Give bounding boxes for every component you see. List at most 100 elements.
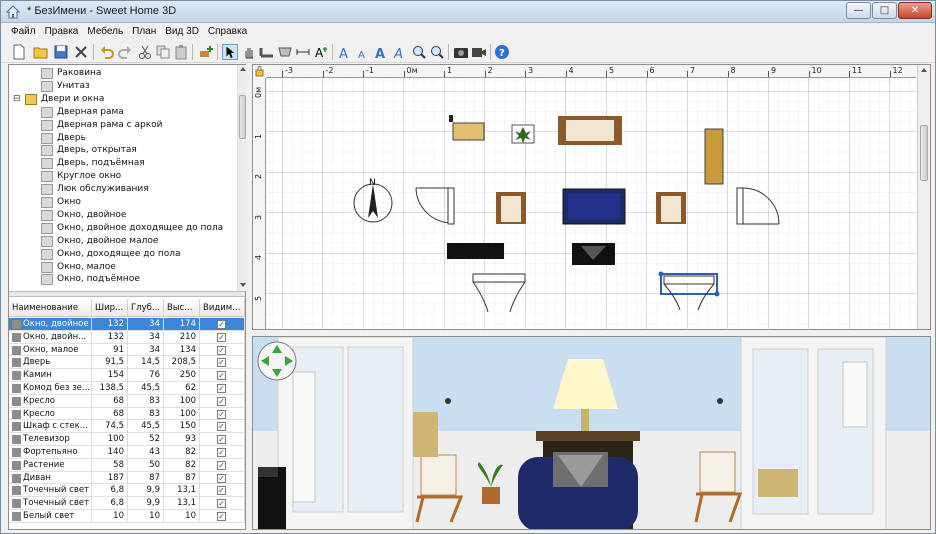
catalog-item[interactable]: Окно, двойное доходящее до пола [9, 222, 237, 235]
catalog-item[interactable]: Круглое окно [9, 170, 237, 183]
scroll-thumb[interactable] [239, 95, 246, 139]
increase-text-icon[interactable]: A [337, 44, 353, 60]
add-text-icon[interactable]: A [313, 44, 329, 60]
visible-checkbox[interactable]: ✓ [217, 345, 226, 355]
tree-expander[interactable]: ⊟ [13, 94, 21, 104]
visible-checkbox[interactable]: ✓ [217, 486, 226, 496]
table-row[interactable]: Кресло 68 83 100 ✓ [9, 407, 245, 421]
zoom-out-icon[interactable] [429, 44, 445, 60]
catalog-item[interactable]: Окно, двойное малое [9, 235, 237, 248]
table-row[interactable]: Кресло 68 83 100 ✓ [9, 394, 245, 408]
column-height[interactable]: Выс... [164, 299, 200, 317]
catalog-item[interactable]: Окно, доходящее до пола [9, 248, 237, 261]
table-row[interactable]: Фортепьяно 140 43 82 ✓ [9, 446, 245, 459]
visible-checkbox[interactable]: ✓ [217, 371, 226, 381]
visible-checkbox[interactable]: ✓ [217, 358, 226, 368]
table-row[interactable]: Комод без зе... 138,5 45,5 62 ✓ [9, 382, 245, 395]
menu-plan[interactable]: План [128, 24, 161, 41]
help-icon[interactable]: ? [494, 44, 510, 60]
visible-checkbox[interactable]: ✓ [217, 384, 226, 393]
minimize-button[interactable]: — [846, 2, 871, 19]
paste-icon[interactable] [173, 44, 189, 60]
menu-file[interactable]: Файл [7, 24, 41, 41]
scroll-thumb[interactable] [920, 125, 928, 181]
create-video-icon[interactable] [471, 44, 487, 60]
add-furniture-icon[interactable] [198, 44, 214, 60]
catalog-item[interactable]: Дверь, открытая [9, 144, 237, 157]
copy-icon[interactable] [155, 44, 171, 60]
plan-scrollbar[interactable] [917, 65, 930, 329]
visible-checkbox[interactable]: ✓ [217, 473, 226, 483]
create-rooms-icon[interactable] [277, 44, 293, 60]
table-row[interactable]: Телевизор 100 52 93 ✓ [9, 433, 245, 446]
menu-furniture[interactable]: Мебель [83, 24, 128, 41]
plan-view[interactable]: -3 -2 -1 0м 1 2 3 4 5 6 7 8 9 10 11 12 0м 1 2 3 4 5 [252, 64, 931, 330]
3d-view[interactable] [252, 336, 931, 530]
column-width[interactable]: Шир... [92, 299, 128, 317]
plan-canvas[interactable]: N [266, 78, 916, 330]
redo-icon[interactable] [117, 44, 133, 60]
catalog-item[interactable]: Дверь [9, 132, 237, 145]
create-photo-icon[interactable] [453, 44, 469, 60]
create-walls-icon[interactable] [259, 44, 275, 60]
furniture-catalog-tree[interactable]: Раковина Унитаз ⊟ Двери и окна Дверная рама Д… [9, 65, 237, 291]
catalog-item[interactable]: Дверная рама [9, 106, 237, 119]
catalog-scrollbar[interactable] [237, 65, 246, 291]
visible-checkbox[interactable]: ✓ [217, 460, 226, 470]
table-row[interactable]: Дверь 91,5 14,5 208,5 ✓ [9, 356, 245, 370]
open-icon[interactable] [33, 44, 49, 60]
visible-checkbox[interactable]: ✓ [217, 409, 226, 419]
save-icon[interactable] [53, 44, 69, 60]
maximize-button[interactable]: □ [872, 2, 897, 19]
cut-tool-icon[interactable] [73, 44, 89, 60]
cut-icon[interactable] [137, 44, 153, 60]
pan-icon[interactable] [241, 44, 257, 60]
catalog-item[interactable]: Раковина [9, 67, 237, 80]
catalog-item[interactable]: Унитаз [9, 80, 237, 93]
italic-text-icon[interactable]: A [391, 44, 407, 60]
catalog-item[interactable]: Окно [9, 196, 237, 209]
catalog-item[interactable]: Дверь, подъёмная [9, 157, 237, 170]
catalog-item[interactable]: ⊟ Двери и окна [9, 93, 237, 106]
table-row[interactable]: Точечный свет 6,8 9,9 13,1 ✓ [9, 497, 245, 510]
column-depth[interactable]: Глуб... [128, 299, 164, 317]
3d-scene[interactable] [253, 337, 931, 530]
table-row[interactable]: Окно, малое 91 34 134 ✓ [9, 343, 245, 357]
new-icon[interactable] [11, 44, 27, 60]
scroll-up-arrow[interactable] [921, 68, 927, 72]
catalog-item[interactable]: Дверная рама с аркой [9, 119, 237, 132]
table-row[interactable]: Окно, двойное 132 34 174 ✓ [9, 318, 245, 331]
title-bar[interactable]: * БезИмени - Sweet Home 3D — □ ✕ [1, 1, 935, 23]
menu-3d-view[interactable]: Вид 3D [161, 24, 204, 41]
visible-checkbox[interactable]: ✓ [217, 448, 226, 457]
select-icon[interactable] [222, 44, 238, 60]
visible-checkbox[interactable]: ✓ [217, 512, 226, 521]
catalog-item[interactable]: Окно, малое [9, 261, 237, 274]
decrease-text-icon[interactable]: A [355, 44, 371, 60]
table-row[interactable]: Точечный свет 6,8 9,9 13,1 ✓ [9, 484, 245, 498]
column-name[interactable]: Наименование [9, 299, 92, 317]
table-row[interactable]: Шкаф с стек... 74,5 45,5 150 ✓ [9, 420, 245, 434]
table-row[interactable]: Белый свет 10 10 10 ✓ [9, 510, 245, 523]
left-splitter[interactable] [9, 291, 245, 297]
undo-icon[interactable] [99, 44, 115, 60]
visible-checkbox[interactable]: ✓ [217, 435, 226, 445]
visible-checkbox[interactable]: ✓ [217, 499, 226, 509]
menu-help[interactable]: Справка [204, 24, 252, 41]
table-row[interactable]: Окно, двойн... 132 34 210 ✓ [9, 330, 245, 344]
bold-text-icon[interactable]: A [373, 44, 389, 60]
table-row[interactable]: Камин 154 76 250 ✓ [9, 369, 245, 382]
visible-checkbox[interactable]: ✓ [217, 396, 226, 406]
visible-checkbox[interactable]: ✓ [217, 320, 226, 329]
catalog-item[interactable]: Окно, двойное [9, 209, 237, 222]
menu-edit[interactable]: Правка [41, 24, 84, 41]
column-visible[interactable]: Видим... [200, 299, 245, 317]
visible-checkbox[interactable]: ✓ [217, 422, 226, 432]
table-row[interactable]: Растение 58 50 82 ✓ [9, 458, 245, 472]
catalog-item[interactable]: Окно, подъёмное [9, 273, 237, 286]
visible-checkbox[interactable]: ✓ [217, 332, 226, 342]
zoom-in-icon[interactable] [411, 44, 427, 60]
close-button[interactable]: ✕ [898, 2, 932, 19]
create-dimensions-icon[interactable] [295, 44, 311, 60]
table-row[interactable]: Диван 187 87 87 ✓ [9, 471, 245, 485]
